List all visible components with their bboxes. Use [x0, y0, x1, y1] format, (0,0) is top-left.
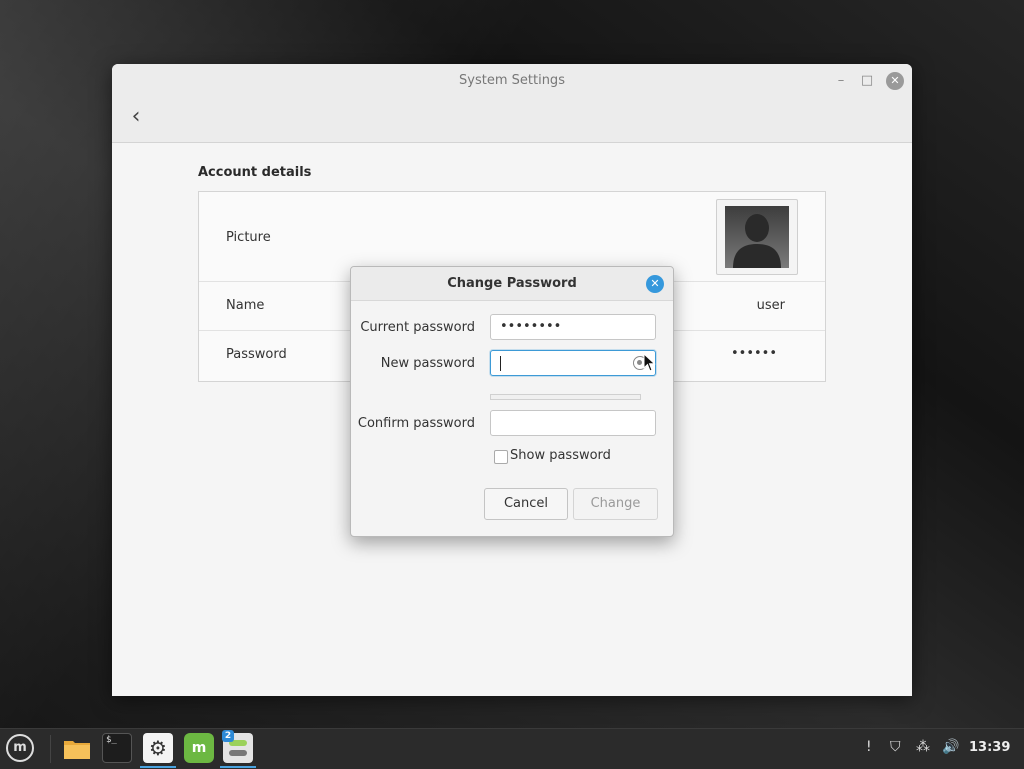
- window-title: System Settings: [459, 73, 565, 88]
- change-password-dialog: Change Password ✕ Current password •••••…: [350, 266, 674, 537]
- password-strength-bar: [490, 394, 641, 400]
- user-avatar-icon: [725, 206, 789, 268]
- confirm-password-field[interactable]: [490, 410, 656, 436]
- current-password-label: Current password: [360, 320, 475, 335]
- window-titlebar: System Settings – □ ✕ ‹: [112, 64, 912, 143]
- switch-off-part: [229, 750, 247, 756]
- avatar-button[interactable]: [716, 199, 798, 275]
- mintinstall-icon[interactable]: m: [184, 733, 214, 763]
- account-details-heading: Account details: [198, 165, 312, 180]
- name-value: user: [756, 298, 785, 313]
- folder-icon[interactable]: [63, 738, 91, 760]
- chevron-left-icon: ‹: [131, 104, 141, 129]
- mouse-cursor-icon: [643, 353, 656, 372]
- volume-icon[interactable]: 🔊: [942, 739, 959, 755]
- new-password-label: New password: [380, 356, 475, 371]
- dialog-title: Change Password: [447, 276, 577, 291]
- password-value: ••••••: [730, 346, 777, 361]
- maximize-button[interactable]: □: [858, 72, 876, 90]
- workspace-badge: 2: [222, 730, 234, 742]
- back-button[interactable]: ‹: [124, 104, 148, 132]
- new-password-field[interactable]: [490, 350, 656, 376]
- settings-gear-icon[interactable]: ⚙: [143, 733, 173, 763]
- minimize-button[interactable]: –: [832, 72, 850, 90]
- taskbar: m $_ ⚙ m 2 ! ⛉ ⁂ 🔊 13:39: [0, 728, 1024, 769]
- shield-icon[interactable]: ⛉: [890, 739, 901, 755]
- name-label: Name: [226, 298, 265, 313]
- change-button[interactable]: Change: [573, 488, 658, 520]
- cancel-button[interactable]: Cancel: [484, 488, 568, 520]
- terminal-icon[interactable]: $_: [102, 733, 132, 763]
- network-icon[interactable]: ⁂: [916, 739, 930, 755]
- clock[interactable]: 13:39: [969, 740, 1010, 755]
- password-label: Password: [226, 347, 287, 362]
- clipboard-icon[interactable]: !: [866, 739, 872, 755]
- confirm-password-label: Confirm password: [357, 416, 475, 431]
- dialog-close-button[interactable]: ✕: [646, 275, 664, 293]
- dialog-header: Change Password ✕: [351, 267, 673, 301]
- close-window-button[interactable]: ✕: [886, 72, 904, 90]
- mint-menu-icon[interactable]: m: [6, 734, 34, 762]
- current-password-field[interactable]: ••••••••: [490, 314, 656, 340]
- text-caret: [500, 356, 501, 371]
- taskbar-separator: [50, 735, 51, 763]
- show-password-label[interactable]: Show password: [510, 448, 611, 463]
- picture-label: Picture: [226, 230, 271, 245]
- show-password-checkbox[interactable]: [494, 450, 508, 464]
